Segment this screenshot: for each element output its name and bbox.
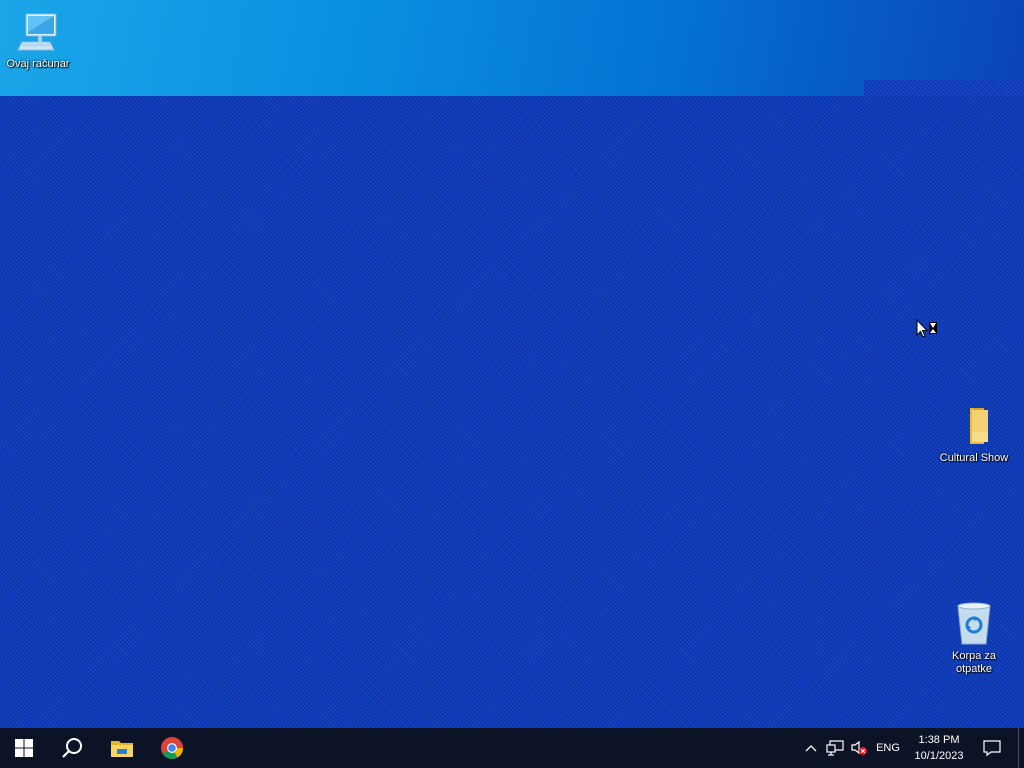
folder-icon bbox=[970, 408, 988, 444]
desktop-icon-recycle-bin[interactable]: Korpa za otpatke bbox=[936, 600, 1012, 676]
taskbar-file-explorer[interactable] bbox=[98, 728, 146, 768]
network-icon bbox=[826, 740, 844, 756]
taskbar: ENG 1:38 PM 10/1/2023 bbox=[0, 728, 1024, 768]
desktop-icon-cultural-show-folder[interactable]: Cultural Show bbox=[936, 402, 1012, 465]
volume-muted-icon bbox=[851, 740, 867, 755]
clock-time: 1:38 PM bbox=[918, 734, 960, 746]
search-icon bbox=[62, 738, 82, 758]
recycle-bin-icon bbox=[957, 602, 991, 645]
wallpaper-pattern bbox=[864, 80, 1024, 96]
network-button[interactable] bbox=[824, 728, 846, 768]
desktop[interactable]: Ovaj računar Cultural Show Korpa za otpa… bbox=[0, 0, 1024, 728]
busy-arrow-cursor-icon bbox=[916, 319, 937, 338]
show-desktop-button[interactable] bbox=[1018, 728, 1019, 768]
clock[interactable]: 1:38 PM 10/1/2023 bbox=[908, 728, 970, 768]
input-language-indicator[interactable]: ENG bbox=[872, 728, 904, 768]
chrome-icon bbox=[161, 737, 183, 759]
desktop-icon-this-pc[interactable]: Ovaj računar bbox=[0, 8, 76, 71]
clock-date: 10/1/2023 bbox=[914, 750, 964, 762]
desktop-icon-label: Korpa za otpatke bbox=[951, 650, 997, 675]
show-hidden-icons-button[interactable] bbox=[800, 728, 822, 768]
desktop-icon-label: Ovaj računar bbox=[6, 58, 70, 70]
action-center-button[interactable] bbox=[976, 728, 1008, 768]
this-pc-icon bbox=[17, 13, 57, 51]
start-button[interactable] bbox=[0, 728, 48, 768]
file-explorer-icon bbox=[111, 741, 133, 757]
volume-button[interactable] bbox=[848, 728, 870, 768]
windows-logo-icon bbox=[15, 739, 33, 757]
search-button[interactable] bbox=[48, 728, 96, 768]
action-center-icon bbox=[983, 740, 1001, 756]
chevron-up-icon bbox=[805, 745, 817, 752]
desktop-icon-label: Cultural Show bbox=[939, 452, 1009, 464]
taskbar-chrome[interactable] bbox=[148, 728, 196, 768]
